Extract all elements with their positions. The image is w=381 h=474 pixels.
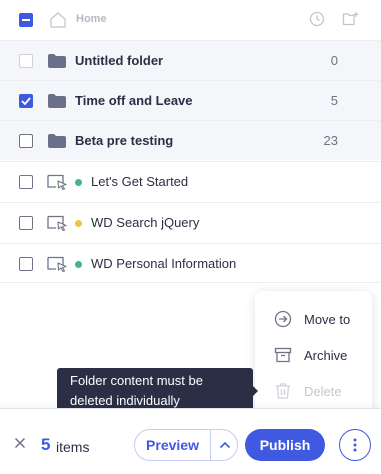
flow-name: Let's Get Started bbox=[91, 174, 189, 189]
folder-row[interactable]: Time off and Leave 5 bbox=[0, 80, 381, 120]
menu-item-label: Move to bbox=[304, 311, 351, 327]
menu-item-label: Archive bbox=[304, 347, 348, 363]
folder-name: Time off and Leave bbox=[75, 93, 193, 108]
row-checkbox[interactable] bbox=[19, 216, 33, 230]
status-dot bbox=[75, 261, 82, 268]
row-checkbox[interactable] bbox=[19, 175, 33, 189]
more-actions-button[interactable] bbox=[339, 429, 371, 461]
preview-button-group: Preview bbox=[134, 429, 238, 461]
menu-item-delete[interactable]: Delete bbox=[255, 373, 372, 409]
flow-row[interactable]: WD Search jQuery bbox=[0, 202, 381, 242]
checkmark-icon bbox=[21, 97, 31, 105]
flow-row[interactable]: Let's Get Started bbox=[0, 161, 381, 201]
status-dot bbox=[75, 220, 82, 227]
flow-name: WD Personal Information bbox=[91, 256, 237, 271]
add-folder-icon[interactable] bbox=[342, 11, 360, 27]
folder-icon bbox=[48, 54, 66, 68]
flow-row[interactable]: WD Personal Information bbox=[0, 243, 381, 283]
folder-name: Beta pre testing bbox=[75, 133, 174, 148]
folder-count: 23 bbox=[323, 133, 338, 148]
row-checkbox[interactable] bbox=[19, 134, 33, 148]
tooltip-line: Folder content must be bbox=[70, 373, 203, 388]
folder-icon bbox=[48, 94, 66, 108]
folder-row[interactable]: Beta pre testing 23 bbox=[0, 120, 381, 160]
selected-label: items bbox=[56, 439, 90, 455]
row-checkbox[interactable] bbox=[19, 54, 33, 68]
row-checkbox[interactable] bbox=[19, 257, 33, 271]
archive-icon bbox=[274, 347, 292, 363]
preview-options-button[interactable] bbox=[212, 430, 238, 460]
folder-name: Untitled folder bbox=[75, 53, 164, 68]
more-vertical-icon bbox=[353, 438, 357, 452]
selection-bar: 5 items Preview Publish bbox=[0, 408, 381, 474]
chevron-up-icon bbox=[219, 441, 231, 449]
publish-button[interactable]: Publish bbox=[245, 429, 325, 461]
menu-item-move-to[interactable]: Move to bbox=[255, 301, 372, 337]
row-checkbox[interactable] bbox=[19, 94, 33, 108]
folder-count: 0 bbox=[330, 53, 338, 68]
list-header: Home bbox=[0, 0, 381, 40]
folder-count: 5 bbox=[330, 93, 338, 108]
move-to-icon bbox=[274, 310, 292, 328]
actions-menu: Move to Archive Delete bbox=[255, 291, 372, 419]
close-icon[interactable] bbox=[14, 437, 26, 449]
flow-icon bbox=[47, 174, 67, 190]
preview-button[interactable]: Preview bbox=[135, 430, 211, 460]
clock-icon[interactable] bbox=[309, 11, 325, 27]
flow-name: WD Search jQuery bbox=[91, 215, 200, 230]
flow-icon bbox=[47, 215, 67, 231]
select-all-checkbox[interactable] bbox=[19, 13, 33, 27]
flow-icon bbox=[47, 256, 67, 272]
status-dot bbox=[75, 179, 82, 186]
folder-row[interactable]: Untitled folder 0 bbox=[0, 40, 381, 80]
trash-icon bbox=[276, 383, 290, 399]
selected-count: 5 bbox=[41, 435, 51, 454]
folder-icon bbox=[48, 134, 66, 148]
home-icon[interactable] bbox=[49, 11, 67, 29]
menu-item-archive[interactable]: Archive bbox=[255, 337, 372, 373]
breadcrumb-home[interactable]: Home bbox=[76, 13, 107, 25]
menu-item-label: Delete bbox=[304, 383, 342, 399]
